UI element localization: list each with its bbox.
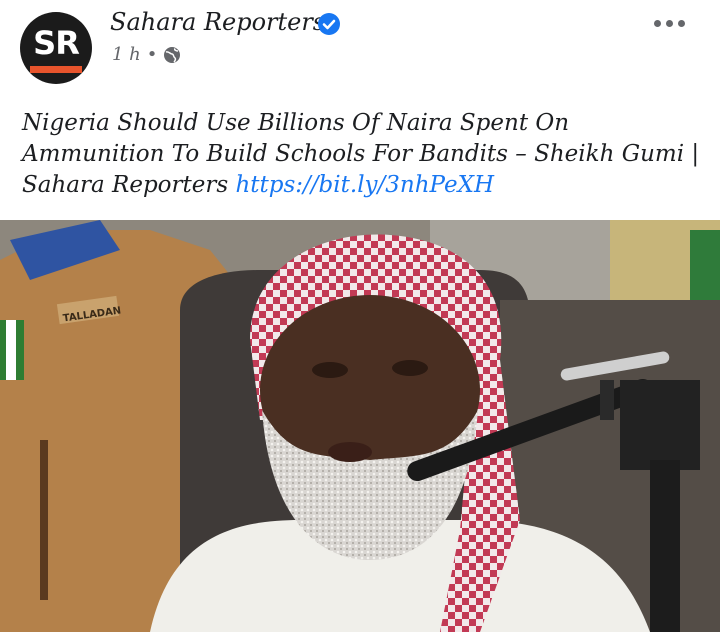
verified-badge-icon <box>318 13 340 35</box>
page-name-link[interactable]: Sahara Reporters <box>110 8 325 36</box>
page-avatar[interactable]: SR <box>20 12 92 84</box>
post-photo[interactable]: TALLADAN <box>0 220 720 632</box>
photo-illustration: TALLADAN <box>0 220 720 632</box>
more-options-icon[interactable] <box>654 20 688 30</box>
post-meta: 1 h • <box>112 44 181 65</box>
avatar-logo-stripe <box>30 66 82 73</box>
dot <box>666 20 673 27</box>
dot <box>678 20 685 27</box>
dot <box>654 20 661 27</box>
post-timestamp[interactable]: 1 h <box>112 44 141 65</box>
avatar-logo-text: SR <box>33 24 80 62</box>
globe-icon[interactable] <box>163 46 181 64</box>
post-caption: Nigeria Should Use Billions Of Naira Spe… <box>22 108 702 201</box>
post-link[interactable]: https://bit.ly/3nhPeXH <box>235 172 494 198</box>
post-header: SR Sahara Reporters 1 h • <box>0 0 720 100</box>
meta-separator: • <box>146 44 158 65</box>
